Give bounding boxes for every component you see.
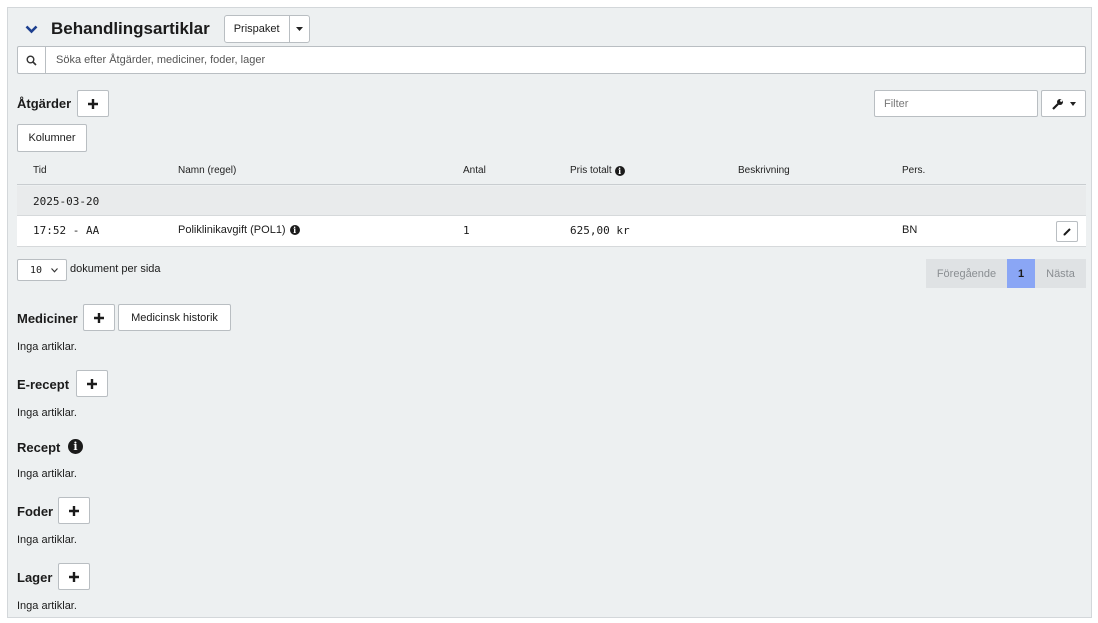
cell-pris: 625,00 kr (570, 224, 630, 237)
price-package-dropdown[interactable]: Prispaket (223, 15, 310, 43)
caret-down-icon[interactable] (290, 16, 309, 42)
info-icon: i (614, 165, 625, 176)
plus-icon (69, 571, 79, 582)
settings-dropdown-button[interactable] (1041, 90, 1086, 117)
info-icon[interactable]: i (68, 439, 83, 454)
lager-heading: Lager (17, 570, 53, 585)
erecept-empty-text: Inga artiklar. (17, 407, 77, 419)
plus-icon (87, 378, 97, 389)
column-header-antal[interactable]: Antal (463, 165, 486, 176)
group-date: 2025-03-20 (33, 195, 100, 208)
search-bar[interactable]: Söka efter Åtgärder, mediciner, foder, l… (17, 46, 1086, 74)
add-medicin-button[interactable] (83, 304, 115, 331)
column-header-namn[interactable]: Namn (regel) (178, 165, 236, 176)
plus-icon (94, 312, 104, 323)
page-title: Behandlingsartiklar (51, 19, 210, 38)
column-header-pers[interactable]: Pers. (902, 165, 925, 176)
wrench-icon (1051, 98, 1063, 110)
price-package-button[interactable]: Prispaket (225, 16, 290, 42)
chevron-down-icon (51, 267, 58, 273)
cell-tid: 17:52 - AA (33, 224, 100, 237)
chevron-down-icon[interactable] (23, 21, 39, 37)
column-header-tid[interactable]: Tid (33, 165, 47, 176)
column-header-pris[interactable]: Pris totalt i (570, 165, 625, 176)
mediciner-empty-text: Inga artiklar. (17, 341, 77, 353)
cell-namn-text: Poliklinikavgift (POL1) (178, 224, 286, 236)
info-icon[interactable]: i (289, 225, 300, 235)
add-atgard-button[interactable] (77, 90, 109, 117)
recept-empty-text: Inga artiklar. (17, 468, 77, 480)
cell-namn: Poliklinikavgift (POL1) i (178, 224, 300, 236)
column-header-beskrivning[interactable]: Beskrivning (738, 165, 790, 176)
table-header-divider (17, 184, 1086, 185)
cell-pers: BN (902, 224, 918, 236)
recept-heading: Recept (17, 440, 61, 455)
medical-history-button[interactable]: Medicinsk historik (118, 304, 231, 331)
cell-antal: 1 (463, 224, 470, 237)
filter-input[interactable]: Filter (874, 90, 1038, 117)
table-group-row: 2025-03-20 (17, 186, 1086, 216)
treatment-items-panel: Behandlingsartiklar Prispaket Söka efter… (7, 7, 1092, 618)
per-page-value: 10 (30, 264, 43, 276)
per-page-select[interactable]: 10 (17, 259, 67, 281)
erecept-heading: E-recept (17, 377, 70, 392)
pager-next[interactable]: Nästa (1035, 259, 1086, 288)
foder-empty-text: Inga artiklar. (17, 534, 77, 546)
pager-page-1[interactable]: 1 (1007, 259, 1035, 288)
pager-previous[interactable]: Föregående (926, 259, 1007, 288)
plus-icon (69, 505, 79, 516)
caret-down-icon (1069, 101, 1076, 106)
atgarder-heading: Åtgärder (17, 96, 72, 111)
mediciner-heading: Mediciner (17, 311, 78, 326)
search-input[interactable]: Söka efter Åtgärder, mediciner, foder, l… (46, 54, 265, 66)
edit-row-button[interactable] (1056, 221, 1078, 242)
foder-heading: Foder (17, 504, 54, 519)
panel-header: Behandlingsartiklar Prispaket (23, 15, 310, 43)
search-icon (18, 47, 46, 73)
pencil-icon (1062, 228, 1071, 236)
add-lager-button[interactable] (58, 563, 90, 590)
plus-icon (88, 98, 98, 109)
lager-empty-text: Inga artiklar. (17, 600, 77, 612)
add-foder-button[interactable] (58, 497, 90, 524)
per-page-label: dokument per sida (70, 263, 161, 275)
add-erecept-button[interactable] (76, 370, 108, 397)
column-header-pris-label: Pris totalt (570, 165, 612, 176)
columns-button[interactable]: Kolumner (17, 124, 87, 152)
